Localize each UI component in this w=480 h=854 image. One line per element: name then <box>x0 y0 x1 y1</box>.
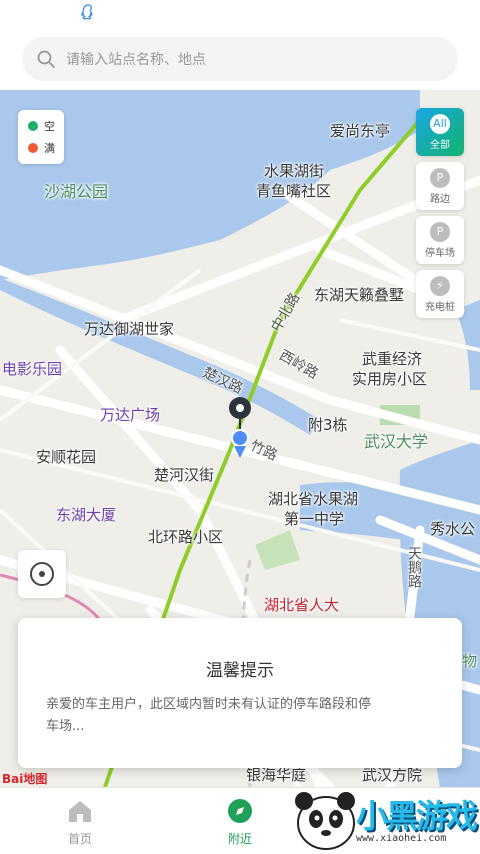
map-label[interactable]: 沙湖公园 <box>44 178 108 202</box>
filter-label: 充电桩 <box>425 302 455 313</box>
all-icon: All <box>430 114 450 134</box>
map-label[interactable]: 万达御湖世家 <box>84 318 174 339</box>
watermark-text: 小黑游戏 <box>356 797 478 835</box>
map-label[interactable]: 水果湖街 <box>264 160 324 181</box>
location-pin-icon <box>229 397 251 458</box>
map-label[interactable]: 实用房小区 <box>352 368 427 389</box>
red-dot-icon <box>28 143 38 153</box>
map-label[interactable]: 武汉大学 <box>364 428 428 452</box>
tab-home[interactable]: 首页 <box>20 788 140 854</box>
filter-roadside-button[interactable]: P 路边 <box>416 162 464 210</box>
map-label[interactable]: 物 <box>462 650 477 671</box>
map-view[interactable]: 爱尚东亭 水果湖街 青鱼嘴社区 沙湖公园 东湖天籁叠墅 中北路 万达御湖世家 西… <box>0 90 480 787</box>
baidu-map-logo: Bai地图 <box>2 772 48 786</box>
filter-all-button[interactable]: All 全部 <box>416 108 464 156</box>
parking-lot-icon: P <box>430 222 450 242</box>
filter-parking-lot-button[interactable]: P 停车场 <box>416 216 464 264</box>
search-box[interactable] <box>22 37 458 83</box>
map-label[interactable]: 湖北省水果湖 <box>268 488 358 509</box>
qq-icon <box>81 4 93 20</box>
search-input[interactable] <box>64 37 448 83</box>
lightning-icon: ⚡ <box>430 276 450 296</box>
map-label[interactable]: 东湖天籁叠墅 <box>314 284 404 305</box>
filter-panel: All 全部 P 路边 P 停车场 ⚡ 充电桩 <box>416 108 464 324</box>
map-label[interactable]: 万达广场 <box>100 404 160 425</box>
home-icon <box>69 801 91 822</box>
search-area <box>0 30 480 90</box>
tab-nearby[interactable]: 附近 <box>180 788 300 854</box>
map-label[interactable]: 湖北省人大 <box>264 594 339 615</box>
map-label[interactable]: 青鱼嘴社区 <box>256 180 331 201</box>
availability-legend: 空 满 <box>18 110 64 164</box>
watermark: 小黑游戏 www.xiaohei.com <box>290 785 480 853</box>
notice-title: 温馨提示 <box>206 661 274 681</box>
filter-label: 全部 <box>430 140 450 151</box>
compass-icon <box>228 799 252 823</box>
notice-card: 温馨提示 亲爱的车主用户，此区域内暂时未有认证的停车路段和停车场... <box>18 618 462 768</box>
map-label[interactable]: 电影乐园 <box>2 358 62 379</box>
tab-label: 首页 <box>67 832 92 846</box>
map-label[interactable]: 爱尚东亭 <box>330 120 390 141</box>
map-label[interactable]: 附3栋 <box>308 414 348 435</box>
map-label[interactable]: 楚河汉街 <box>154 464 214 485</box>
legend-empty: 空 <box>28 118 55 134</box>
map-label[interactable]: 东湖大厦 <box>56 504 116 525</box>
tab-label: 附近 <box>227 832 252 846</box>
search-icon <box>37 50 55 68</box>
map-label[interactable]: 北环路小区 <box>148 526 223 547</box>
filter-charger-button[interactable]: ⚡ 充电桩 <box>416 270 464 318</box>
status-bar <box>0 0 480 30</box>
green-dot-icon <box>28 121 38 131</box>
map-label[interactable]: 安顺花园 <box>36 446 96 467</box>
watermark-url: www.xiaohei.com <box>356 833 447 844</box>
legend-full: 满 <box>28 140 55 156</box>
notice-text: 亲爱的车主用户，此区域内暂时未有认证的停车路段和停车场... <box>46 697 372 734</box>
map-label[interactable]: 第一中学 <box>284 508 344 529</box>
map-label[interactable]: 秀水公 <box>430 518 475 539</box>
parking-icon: P <box>430 168 450 188</box>
map-label[interactable]: 武重经济 <box>362 348 422 369</box>
locate-button[interactable] <box>18 550 66 598</box>
filter-label: 路边 <box>430 194 450 205</box>
map-label: 天鹅路 <box>406 546 422 588</box>
filter-label: 停车场 <box>425 248 455 259</box>
target-icon <box>30 562 54 586</box>
panda-icon <box>295 792 355 850</box>
